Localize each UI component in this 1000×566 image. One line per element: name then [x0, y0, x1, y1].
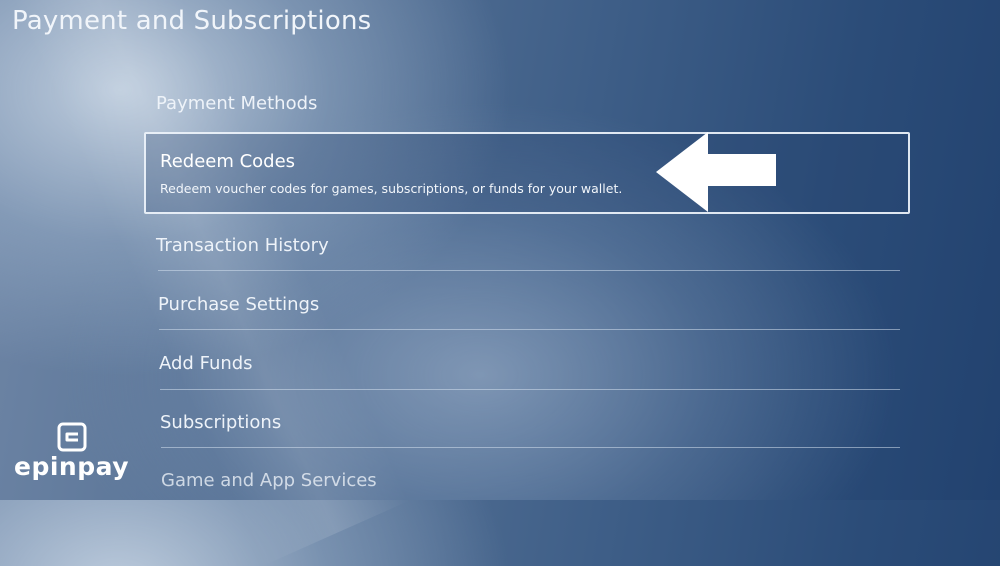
menu-item-description: Redeem voucher codes for games, subscrip… [160, 181, 623, 196]
menu-item-label: Subscriptions [160, 412, 282, 433]
menu-item-subscriptions[interactable]: Subscriptions [160, 412, 906, 433]
brand-watermark: epinpay [10, 420, 129, 490]
menu-item-label: Game and App Services [161, 470, 377, 491]
epinpay-logo-icon [57, 422, 87, 452]
menu-item-redeem-codes[interactable]: Redeem Codes Redeem voucher codes for ga… [144, 132, 910, 214]
divider [158, 270, 900, 271]
menu-item-label: Add Funds [159, 353, 253, 374]
menu-item-label: Transaction History [156, 235, 329, 256]
menu-item-label: Redeem Codes [160, 151, 296, 172]
menu-item-purchase-settings[interactable]: Purchase Settings [158, 294, 904, 315]
page-title: Payment and Subscriptions [12, 6, 372, 36]
divider [160, 389, 900, 390]
menu-item-transaction-history[interactable]: Transaction History [156, 235, 902, 256]
menu-item-payment-methods[interactable]: Payment Methods [156, 93, 902, 114]
menu-item-label: Payment Methods [156, 93, 318, 114]
menu-item-game-and-app-services[interactable]: Game and App Services [161, 470, 907, 491]
divider [161, 447, 900, 448]
brand-name: epinpay [14, 452, 130, 481]
menu-item-label: Purchase Settings [158, 294, 320, 315]
menu-item-add-funds[interactable]: Add Funds [159, 353, 905, 374]
arrow-left-icon [656, 132, 776, 212]
divider [159, 329, 900, 330]
